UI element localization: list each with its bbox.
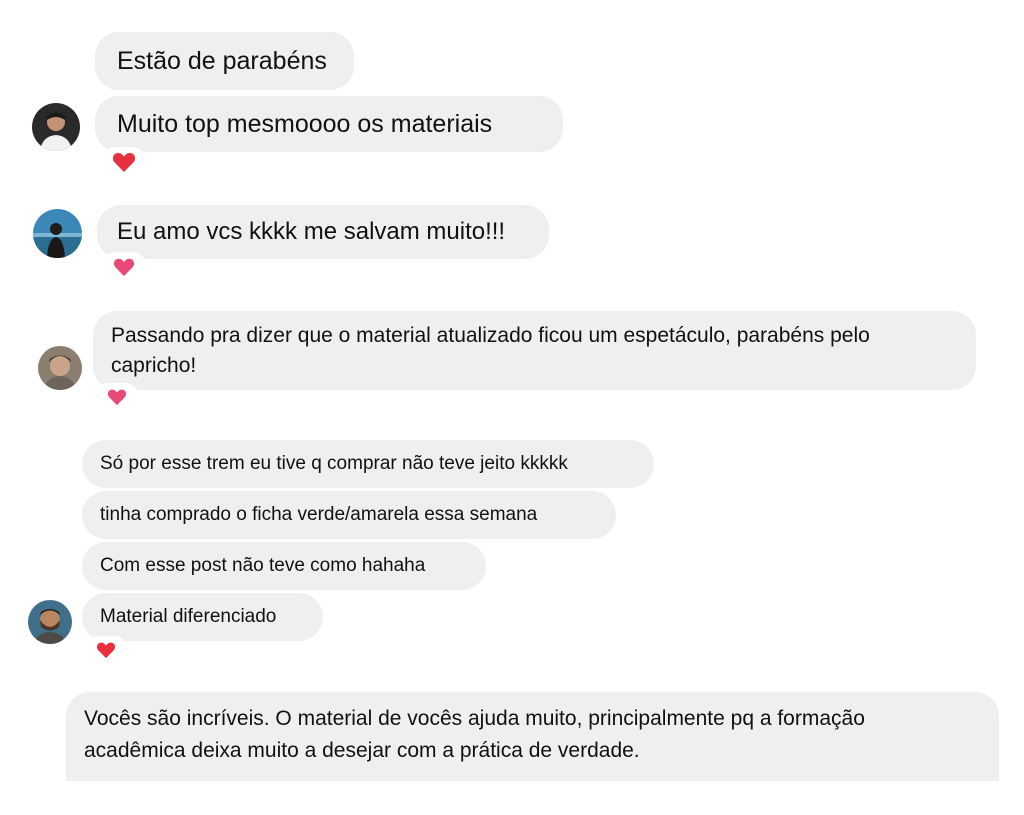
message-bubble: Muito top mesmoooo os materiais xyxy=(95,96,563,152)
reaction-badge[interactable] xyxy=(84,636,128,664)
reaction-badge[interactable] xyxy=(101,147,147,177)
message-bubble: Estão de parabéns xyxy=(95,32,354,90)
reaction-badge[interactable] xyxy=(95,383,139,411)
avatar[interactable] xyxy=(28,600,72,644)
heart-icon xyxy=(107,389,127,406)
message-text: Com esse post não teve como hahaha xyxy=(100,555,426,576)
message-text: Muito top mesmoooo os materiais xyxy=(117,109,493,138)
message-text: Passando pra dizer que o material atuali… xyxy=(111,323,870,377)
message-bubble: Vocês são incríveis. O material de vocês… xyxy=(66,692,999,781)
heart-icon xyxy=(112,152,136,172)
reaction-badge[interactable] xyxy=(101,252,147,282)
message-text: Estão de parabéns xyxy=(117,46,327,75)
avatar[interactable] xyxy=(32,103,80,151)
heart-icon xyxy=(113,258,135,277)
message-bubble: Eu amo vcs kkkk me salvam muito!!! xyxy=(97,205,549,259)
message-bubble: Passando pra dizer que o material atuali… xyxy=(93,311,976,390)
message-bubble: Com esse post não teve como hahaha xyxy=(82,542,486,590)
avatar[interactable] xyxy=(38,346,82,390)
message-bubble: tinha comprado o ficha verde/amarela ess… xyxy=(82,491,616,539)
message-bubble: Só por esse trem eu tive q comprar não t… xyxy=(82,440,654,488)
message-bubble: Material diferenciado xyxy=(82,593,323,641)
message-text: Só por esse trem eu tive q comprar não t… xyxy=(100,453,568,474)
avatar[interactable] xyxy=(33,209,82,258)
message-text: Eu amo vcs kkkk me salvam muito!!! xyxy=(117,218,506,245)
heart-icon xyxy=(96,642,116,659)
message-text: Vocês são incríveis. O material de vocês… xyxy=(84,706,865,762)
message-text: Material diferenciado xyxy=(100,606,277,627)
message-text: tinha comprado o ficha verde/amarela ess… xyxy=(100,504,538,525)
